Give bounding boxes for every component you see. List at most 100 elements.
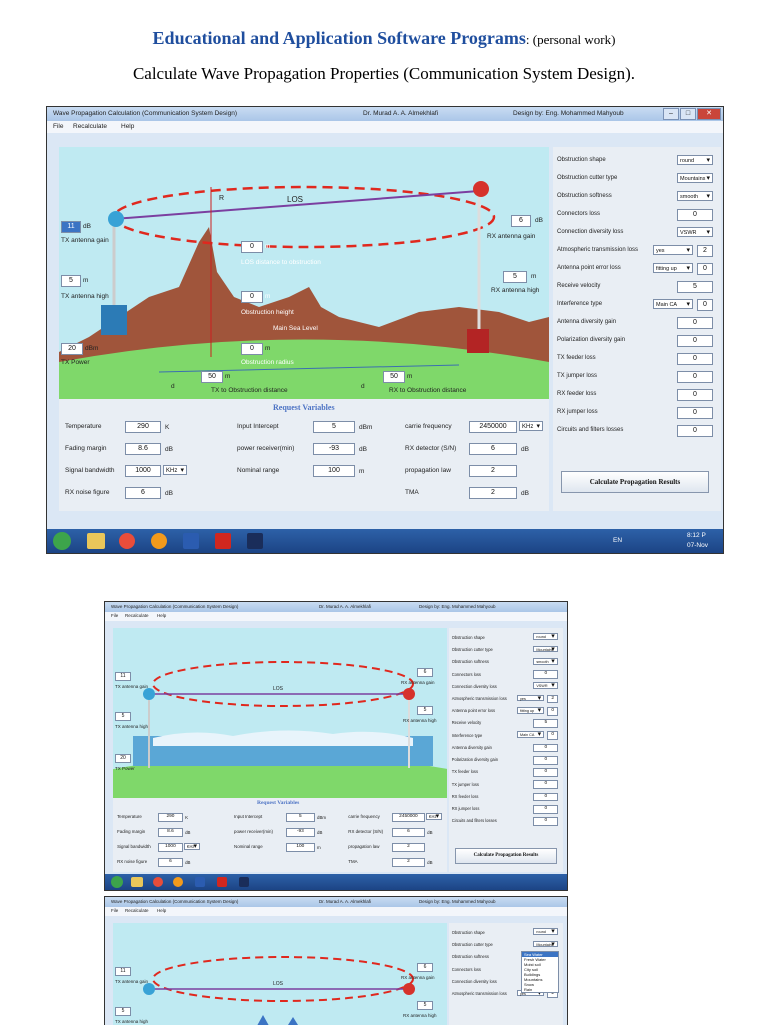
calculate-propagation-button[interactable]: Calculate Propagation Results: [561, 471, 709, 493]
sea-req-input[interactable]: 2: [391, 842, 426, 852]
sea-setting-input[interactable]: 0: [546, 706, 559, 716]
sea-req-input[interactable]: -93: [285, 827, 315, 837]
obstruction-height-input[interactable]: 0: [241, 291, 263, 303]
sea-req-input[interactable]: 6: [157, 857, 183, 867]
tx-power-input[interactable]: 20: [61, 343, 83, 355]
dropdown-option[interactable]: Rain: [522, 987, 558, 992]
tx-gain-input[interactable]: 11: [61, 221, 81, 233]
sea-pdf-icon[interactable]: [217, 877, 227, 887]
word-icon[interactable]: [183, 533, 199, 549]
sea-setting-input[interactable]: 0: [533, 817, 559, 826]
sea-setting-input[interactable]: 0: [533, 792, 559, 802]
req-input[interactable]: 2: [469, 487, 517, 499]
rx-gain-input[interactable]: 6: [511, 215, 531, 227]
dd-rx-gain-input[interactable]: 6: [417, 963, 433, 972]
dd-tx-high-input[interactable]: 5: [115, 1007, 131, 1016]
sea-explorer-icon[interactable]: [131, 877, 143, 887]
close-button[interactable]: ✕: [697, 108, 721, 120]
sea-setting-select[interactable]: round: [533, 633, 558, 641]
req-input[interactable]: 290: [125, 421, 161, 433]
setting-select[interactable]: round: [677, 155, 713, 166]
dd-setting-select[interactable]: round: [533, 928, 558, 936]
sea-tx-high-input[interactable]: 5: [115, 712, 131, 721]
setting-input[interactable]: 0: [677, 209, 713, 221]
setting-select[interactable]: Main CA: [653, 299, 693, 310]
sea-setting-input[interactable]: 5: [533, 719, 559, 728]
setting-input[interactable]: 2: [697, 245, 713, 257]
sea-setting-input[interactable]: 0: [546, 731, 559, 741]
sea-req-input[interactable]: 5: [285, 812, 315, 822]
sea-firefox-icon[interactable]: [173, 877, 183, 887]
rx-high-input[interactable]: 5: [503, 271, 527, 283]
sea-req-input[interactable]: 2: [391, 857, 426, 867]
req-input[interactable]: 100: [313, 465, 355, 477]
setting-select[interactable]: smooth: [677, 191, 713, 202]
setting-input[interactable]: 0: [677, 389, 713, 401]
explorer-icon[interactable]: [87, 533, 105, 549]
sea-setting-select[interactable]: smooth: [533, 657, 558, 665]
sea-setting-select[interactable]: VSWR: [533, 682, 558, 690]
sea-setting-input[interactable]: 0: [533, 804, 559, 814]
dd-menu-recalculate[interactable]: Recalculate: [125, 908, 149, 913]
setting-input[interactable]: 0: [677, 371, 713, 383]
sea-setting-select[interactable]: fitting up: [517, 706, 545, 714]
sea-menu-file[interactable]: File: [111, 613, 118, 618]
req-input[interactable]: -93: [313, 443, 355, 455]
dd-menu-help[interactable]: Help: [157, 908, 166, 913]
req-input[interactable]: 6: [125, 487, 161, 499]
sea-unit-select[interactable]: KHz: [183, 842, 201, 850]
setting-input[interactable]: 0: [677, 317, 713, 329]
dd-rx-high-input[interactable]: 5: [417, 1001, 433, 1010]
sea-req-input[interactable]: 290: [157, 812, 183, 822]
menu-recalculate[interactable]: Recalculate: [73, 123, 107, 130]
req-input[interactable]: 2: [469, 465, 517, 477]
sea-calculate-button[interactable]: Calculate Propagation Results: [455, 848, 557, 864]
req-input[interactable]: 8.6: [125, 443, 161, 455]
sea-req-input[interactable]: 1000: [157, 842, 183, 852]
sea-setting-input[interactable]: 0: [533, 768, 559, 777]
sea-rx-gain-input[interactable]: 6: [417, 668, 433, 677]
setting-input[interactable]: 5: [677, 281, 713, 293]
sea-req-input[interactable]: 8.6: [157, 827, 183, 837]
setting-input[interactable]: 0: [697, 263, 713, 275]
chrome-icon[interactable]: [119, 533, 135, 549]
setting-input[interactable]: 0: [677, 353, 713, 365]
setting-select[interactable]: Mountains: [677, 173, 713, 184]
sea-setting-select[interactable]: yes: [517, 694, 545, 702]
menu-file[interactable]: File: [53, 123, 63, 130]
setting-input[interactable]: 0: [677, 407, 713, 419]
sea-setting-select[interactable]: Main CA: [517, 731, 545, 739]
los-obstruction-input[interactable]: 0: [241, 241, 263, 253]
sea-menu-help[interactable]: Help: [157, 613, 166, 618]
sea-req-input[interactable]: 6: [391, 827, 426, 837]
sea-start-button[interactable]: [111, 876, 123, 888]
sea-app-icon[interactable]: [239, 877, 249, 887]
sea-setting-input[interactable]: 2: [546, 694, 559, 704]
firefox-icon[interactable]: [151, 533, 167, 549]
sea-req-input[interactable]: 100: [285, 842, 315, 852]
req-input[interactable]: 6: [469, 443, 517, 455]
start-button[interactable]: [53, 532, 71, 550]
sea-tx-gain-input[interactable]: 11: [115, 672, 131, 681]
req-input[interactable]: 2450000: [469, 421, 517, 433]
sea-word-icon[interactable]: [195, 877, 205, 887]
dd-menu-file[interactable]: File: [111, 908, 118, 913]
sea-setting-input[interactable]: 0: [533, 743, 559, 753]
dd-setting-select[interactable]: Mountains: [533, 940, 558, 948]
sea-unit-select[interactable]: KHz: [425, 812, 443, 821]
sea-chrome-icon[interactable]: [153, 877, 163, 887]
sea-rx-high-input[interactable]: 5: [417, 706, 433, 715]
rx-obstruction-distance-input[interactable]: 50: [383, 371, 405, 383]
maximize-button[interactable]: □: [680, 108, 696, 120]
tx-obstruction-distance-input[interactable]: 50: [201, 371, 223, 383]
sea-setting-input[interactable]: 0: [533, 780, 559, 790]
sea-req-input[interactable]: 2450000: [391, 812, 426, 822]
app-icon[interactable]: [247, 533, 263, 549]
dd-tx-gain-input[interactable]: 11: [115, 967, 131, 976]
unit-select[interactable]: KHz: [519, 421, 543, 432]
setting-select[interactable]: yes: [653, 245, 693, 256]
setting-input[interactable]: 0: [677, 425, 713, 437]
setting-select[interactable]: VSWR: [677, 227, 713, 238]
setting-input[interactable]: 0: [677, 335, 713, 347]
setting-select[interactable]: fitting up: [653, 263, 693, 274]
